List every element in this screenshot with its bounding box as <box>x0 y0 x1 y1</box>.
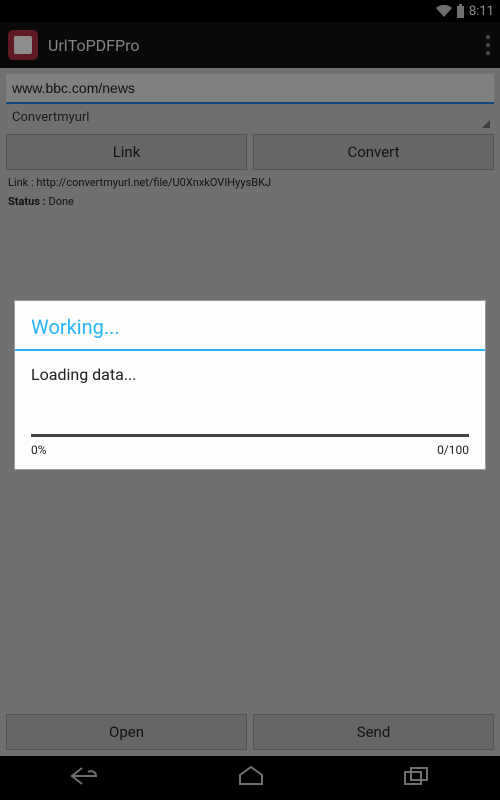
progress-percent: 0% <box>31 443 47 457</box>
progress-bar <box>31 434 469 437</box>
progress-dialog: Working... Loading data... 0% 0/100 <box>14 300 486 470</box>
dialog-title: Working... <box>31 315 469 339</box>
dialog-message: Loading data... <box>31 365 469 384</box>
dialog-divider <box>15 349 485 351</box>
progress-count: 0/100 <box>437 443 469 457</box>
progress-labels: 0% 0/100 <box>31 443 469 457</box>
